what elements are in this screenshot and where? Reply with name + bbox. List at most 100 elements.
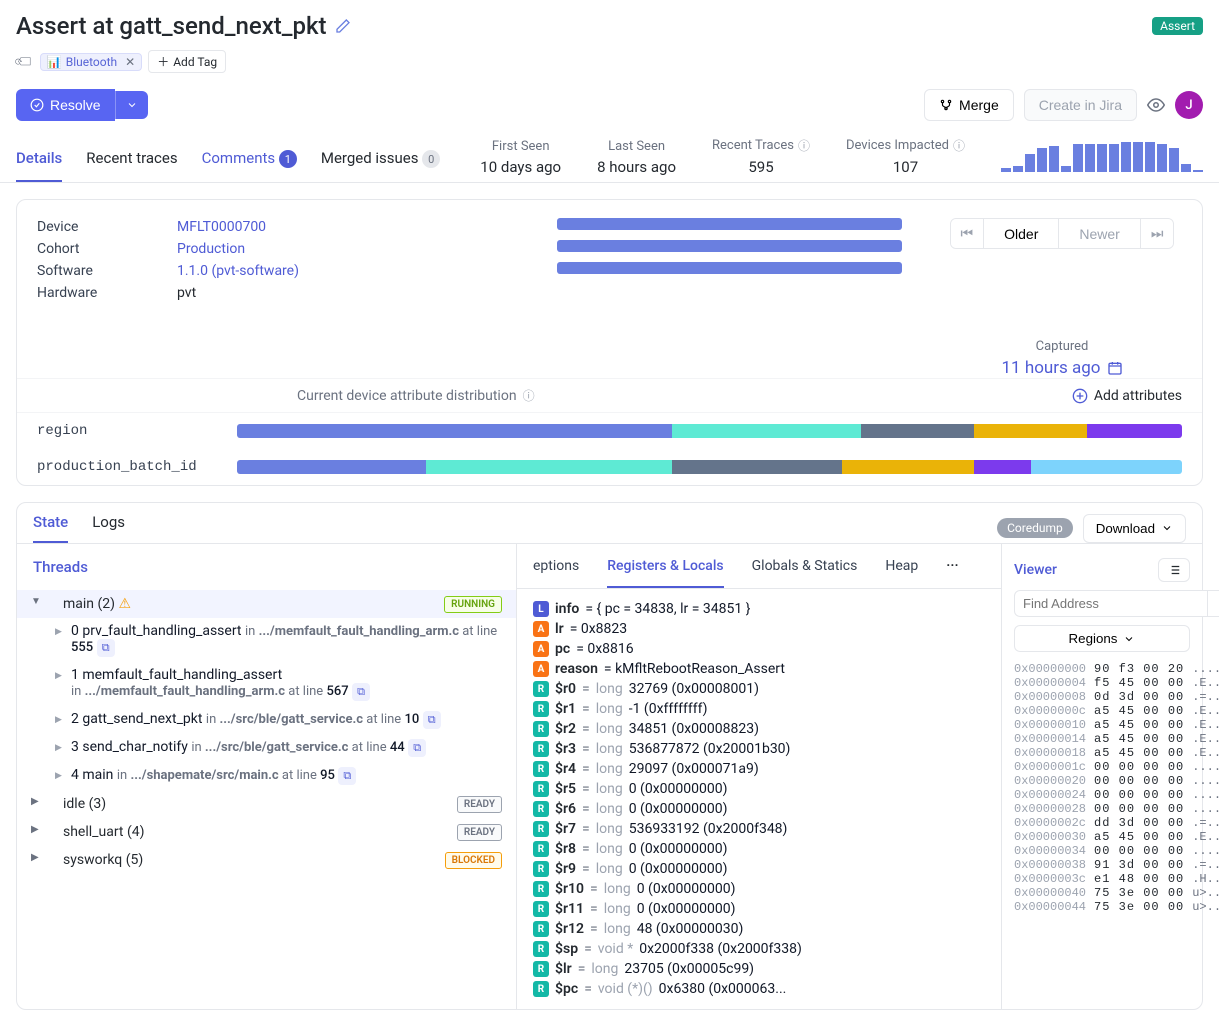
device-value[interactable]: MFLT0000700	[177, 219, 266, 235]
register-line: R $r11 = long 0 (0x00000000)	[533, 899, 985, 919]
thread-idle[interactable]: ▶ idle (3) READY	[17, 790, 516, 818]
caret-right-icon: ▶	[55, 771, 62, 781]
viewer-list-toggle[interactable]	[1158, 558, 1190, 582]
hex-bytes: 00 00 00 00	[1094, 802, 1184, 816]
issue-type-badge: Assert	[1152, 17, 1203, 35]
stack-frame[interactable]: ▶ 1 memfault_fault_handling_assert in ..…	[17, 662, 516, 706]
reg-name: $r12	[555, 921, 584, 937]
captured-time[interactable]: 11 hours ago	[1002, 358, 1123, 378]
spark-bar	[1013, 166, 1023, 172]
hex-row: 0x0000002cdd 3d 00 00.=..	[1014, 816, 1190, 830]
thread-shell-uart[interactable]: ▶ shell_uart (4) READY	[17, 818, 516, 846]
download-label: Download	[1096, 521, 1155, 536]
thread-sysworkq[interactable]: ▶ sysworkq (5) BLOCKED	[17, 846, 516, 874]
stack-frame[interactable]: ▶ 2 gatt_send_next_pkt in .../src/ble/ga…	[17, 706, 516, 734]
captured-time-text: 11 hours ago	[1002, 358, 1101, 378]
copy-icon[interactable]: ⧉	[97, 639, 115, 657]
frame-location: in .../shapemate/src/main.c at line 95	[117, 768, 335, 783]
regions-label: Regions	[1069, 631, 1118, 646]
pager-older-button[interactable]: Older	[984, 219, 1059, 248]
hex-row: 0x000000080d 3d 00 00.=..	[1014, 690, 1190, 704]
tag-chip-bluetooth[interactable]: 📊 Bluetooth ✕	[40, 53, 142, 71]
devices-label: Devices Impacted	[846, 138, 949, 153]
avatar[interactable]: J	[1175, 91, 1203, 119]
reg-tag-badge: R	[533, 701, 549, 717]
copy-icon[interactable]: ⧉	[352, 683, 370, 701]
tab-details[interactable]: Details	[16, 149, 62, 183]
thread-main[interactable]: ▼ main (2) ⚠ RUNNING	[17, 590, 516, 618]
dist-segment	[426, 460, 672, 474]
reg-tag-badge: R	[533, 941, 549, 957]
cohort-value[interactable]: Production	[177, 241, 245, 257]
main-tabs: Details Recent traces Comments 1 Merged …	[16, 149, 440, 183]
hex-ascii: ....	[1192, 844, 1219, 858]
recent-traces-label: Recent Traces	[712, 138, 794, 153]
add-tag-button[interactable]: ＋ Add Tag	[148, 50, 226, 73]
hex-ascii: u>..	[1192, 900, 1219, 914]
calendar-icon	[1107, 360, 1123, 376]
software-value[interactable]: 1.1.0 (pvt-software)	[177, 263, 299, 279]
reg-tab-heap[interactable]: Heap	[885, 558, 918, 588]
subtab-logs[interactable]: Logs	[92, 513, 125, 543]
find-address-button[interactable]	[1208, 590, 1219, 617]
spark-bar	[1109, 144, 1119, 172]
watch-icon[interactable]	[1147, 96, 1165, 114]
caret-right-icon: ▶	[31, 852, 39, 863]
spark-bar	[1145, 142, 1155, 172]
reg-tag-badge: R	[533, 921, 549, 937]
devices-value: 107	[846, 158, 965, 176]
reg-tab-exceptions[interactable]: eptions	[533, 558, 579, 588]
resolve-button[interactable]: Resolve	[16, 89, 115, 121]
reg-name: $r1	[555, 701, 576, 717]
stack-frame[interactable]: ▶ 4 main in .../shapemate/src/main.c at …	[17, 762, 516, 790]
copy-icon[interactable]: ⧉	[408, 739, 426, 757]
spark-bar	[1061, 166, 1071, 172]
hex-bytes: a5 45 00 00	[1094, 718, 1184, 732]
register-line: R $r3 = long 536877872 (0x20001b30)	[533, 739, 985, 759]
download-button[interactable]: Download	[1083, 514, 1186, 543]
hex-ascii: .E..	[1192, 718, 1219, 732]
find-address-input[interactable]	[1014, 590, 1208, 617]
reg-tag-badge: R	[533, 961, 549, 977]
reg-tab-registers[interactable]: Registers & Locals	[607, 558, 723, 588]
register-line: R $r9 = long 0 (0x00000000)	[533, 859, 985, 879]
reg-tab-globals[interactable]: Globals & Statics	[752, 558, 858, 588]
spark-bar	[1121, 142, 1131, 172]
reg-name: $r8	[555, 841, 576, 857]
reg-tag-badge: R	[533, 861, 549, 877]
hex-row: 0x0000001c00 00 00 00....	[1014, 760, 1190, 774]
reg-tag-badge: R	[533, 901, 549, 917]
add-attributes-button[interactable]: Add attributes	[1072, 388, 1182, 404]
copy-icon[interactable]: ⧉	[338, 767, 356, 785]
create-jira-button: Create in Jira	[1024, 89, 1137, 121]
tab-merged[interactable]: Merged issues 0	[321, 149, 440, 183]
tab-recent-traces[interactable]: Recent traces	[86, 149, 177, 183]
thread-idle-label: idle (3)	[63, 796, 106, 812]
merge-button[interactable]: Merge	[924, 89, 1014, 121]
reg-tag-badge: A	[533, 641, 549, 657]
reg-name: $sp	[555, 941, 578, 957]
regions-dropdown[interactable]: Regions	[1014, 625, 1190, 652]
hex-ascii: ....	[1192, 760, 1219, 774]
reg-name: $r6	[555, 801, 576, 817]
subtab-state[interactable]: State	[33, 513, 68, 543]
register-line: R $r2 = long 34851 (0x00008823)	[533, 719, 985, 739]
copy-icon[interactable]: ⧉	[423, 711, 441, 729]
stack-frame[interactable]: ▶ 3 send_char_notify in .../src/ble/gatt…	[17, 734, 516, 762]
help-icon[interactable]: ⓘ	[798, 137, 810, 154]
tab-comments[interactable]: Comments 1	[202, 149, 297, 183]
spark-bar	[1037, 148, 1047, 172]
reg-name: pc	[555, 641, 570, 657]
reg-tab-more[interactable]: ···	[946, 558, 958, 588]
hex-bytes: dd 3d 00 00	[1094, 816, 1184, 830]
spark-bar	[1169, 148, 1179, 172]
caret-right-icon: ▶	[31, 796, 39, 807]
resolve-dropdown[interactable]	[115, 91, 148, 119]
help-icon[interactable]: ⓘ	[953, 137, 965, 154]
stack-frame[interactable]: ▶ 0 prv_fault_handling_assert in .../mem…	[17, 618, 516, 662]
help-icon[interactable]: ⓘ	[523, 387, 535, 404]
remove-tag-icon[interactable]: ✕	[125, 55, 135, 69]
edit-title-icon[interactable]	[335, 18, 351, 34]
spark-bar	[1001, 168, 1011, 172]
hex-addr: 0x00000044	[1014, 900, 1086, 914]
